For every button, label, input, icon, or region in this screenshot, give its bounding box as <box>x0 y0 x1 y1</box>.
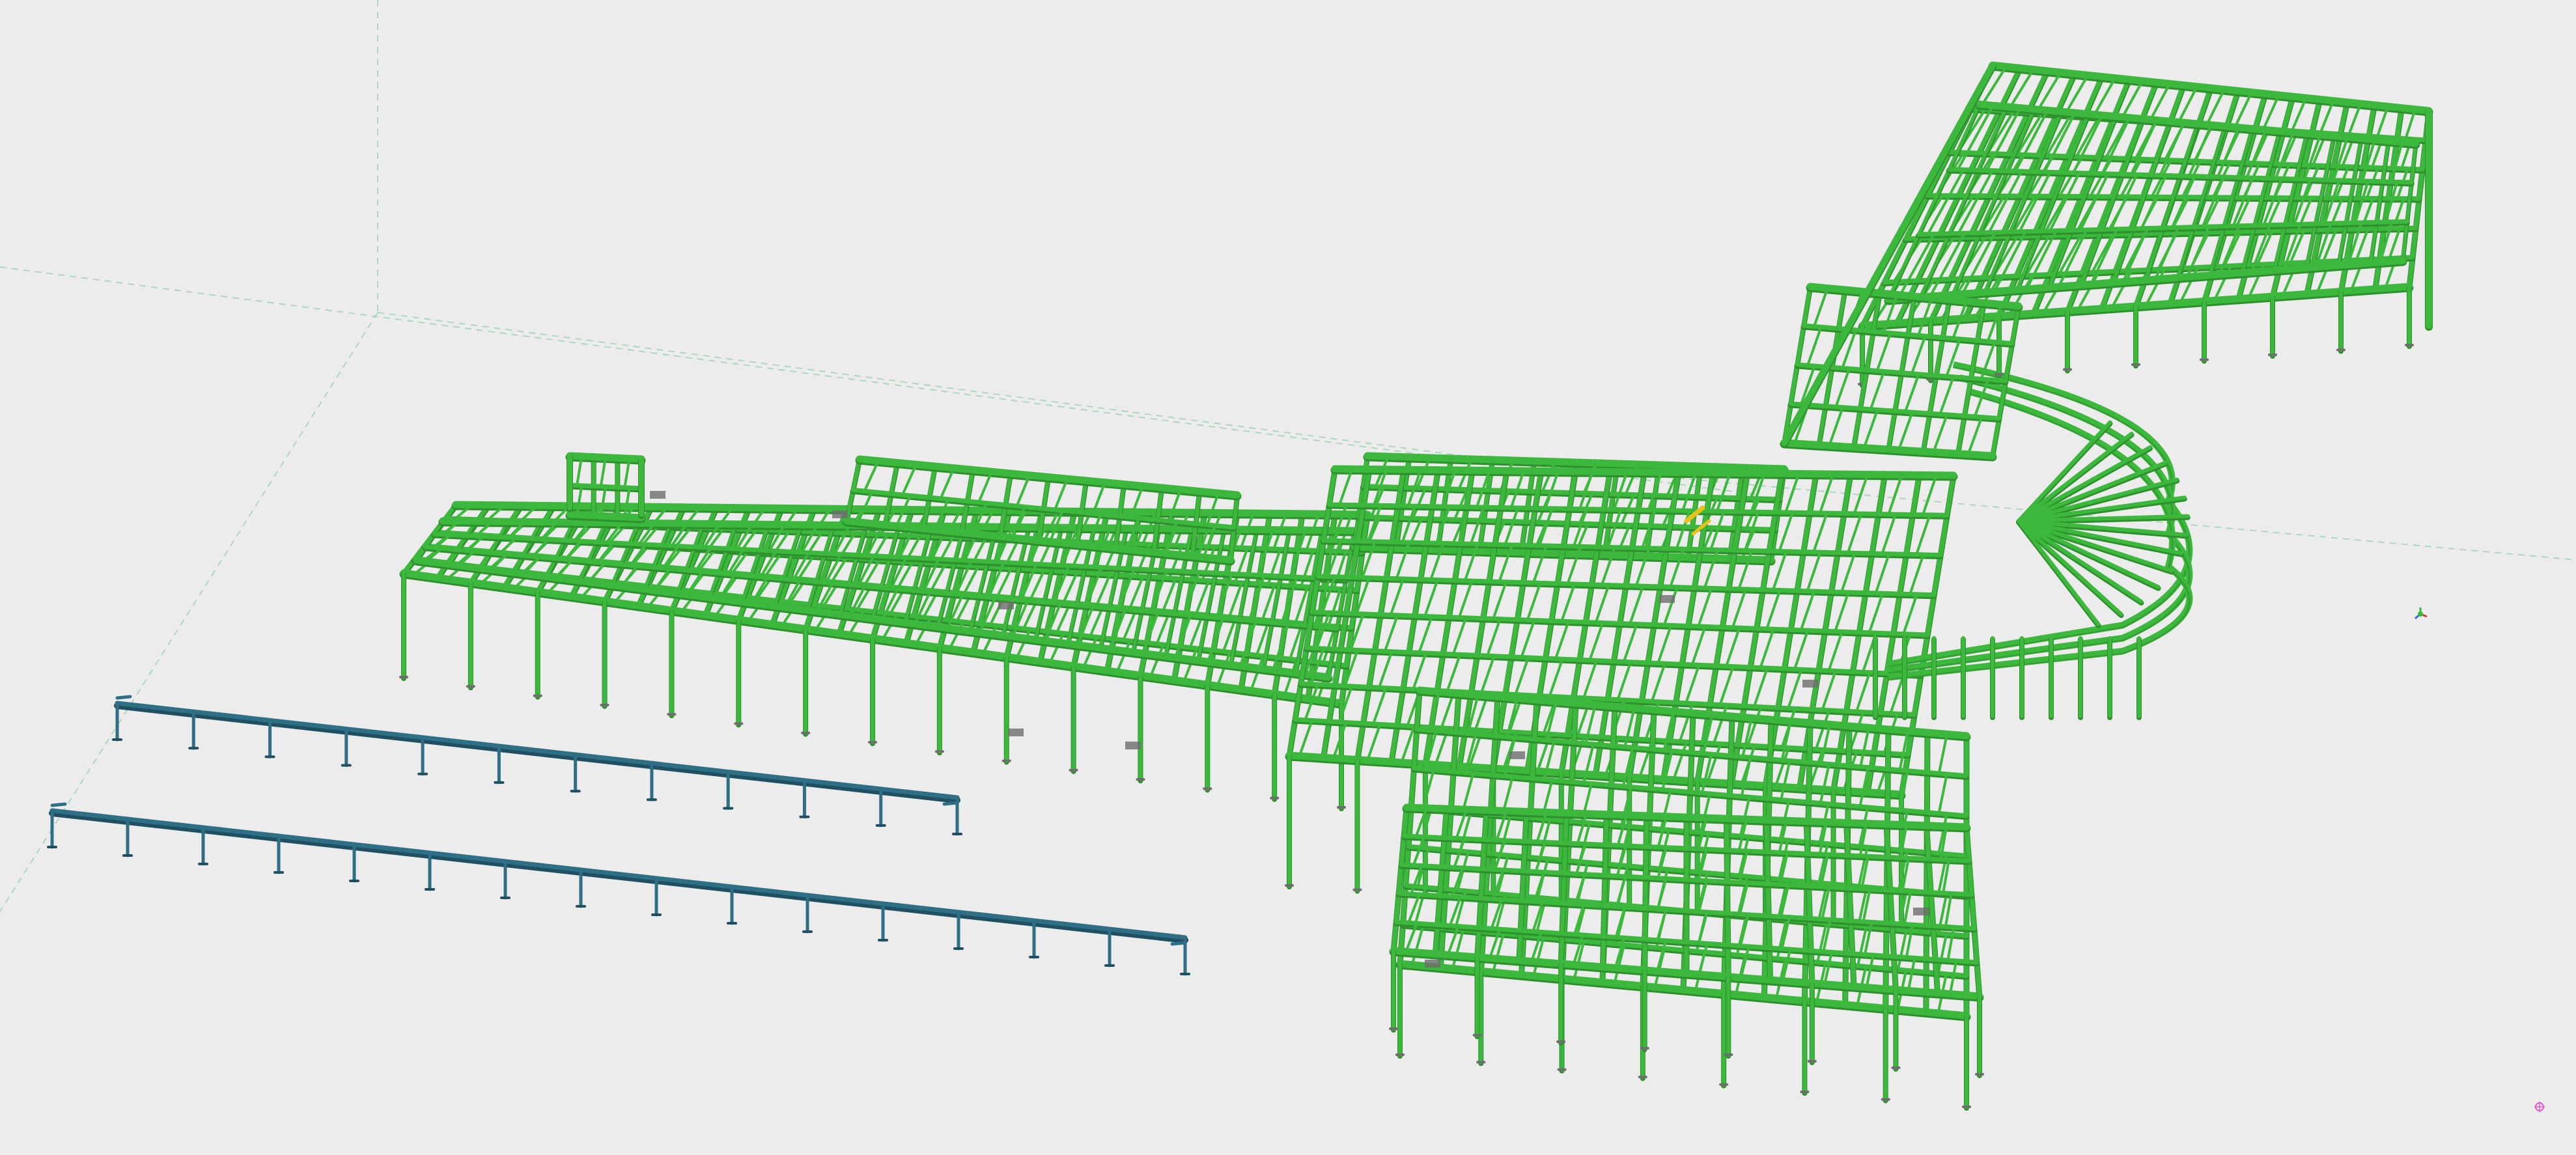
rotunda-frame <box>1873 361 2193 720</box>
west-wing-frame <box>399 501 1372 811</box>
central-core-frame <box>1285 465 1971 1111</box>
pipe-rail-lower <box>47 802 1190 976</box>
axis-gizmo-icon[interactable] <box>2412 605 2429 622</box>
structural-model-scene[interactable] <box>0 0 2576 1155</box>
north-east-block-frame <box>1780 61 2433 462</box>
snap-point-icon <box>2534 1102 2545 1112</box>
pipe-rail-upper <box>112 695 962 836</box>
3d-model-viewport[interactable] <box>0 0 2576 1155</box>
steel-frame-structure <box>399 61 2433 1111</box>
